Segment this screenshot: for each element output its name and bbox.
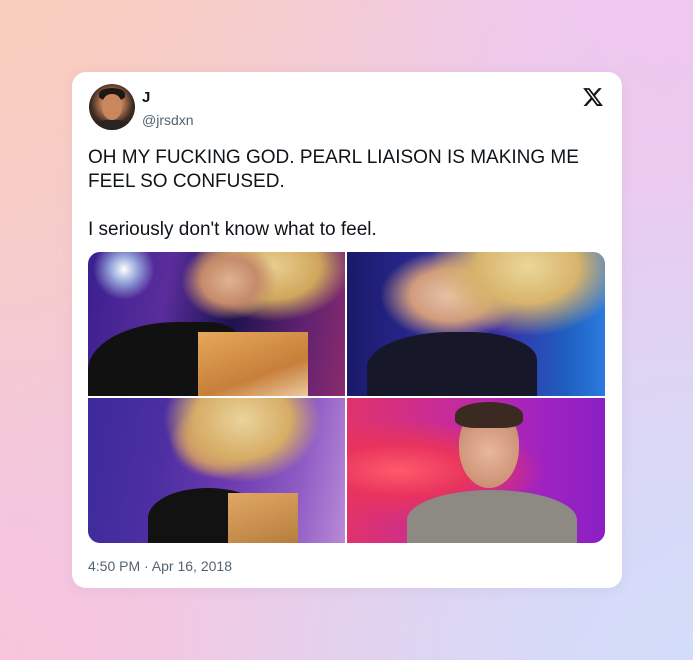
media-grid [88, 252, 605, 543]
media-image-4[interactable] [347, 398, 605, 543]
figure-costume [228, 493, 298, 543]
tweet-text-line-1: OH MY FUCKING GOD. PEARL LIAISON IS MAKI… [88, 147, 579, 192]
figure-shirt [407, 490, 577, 543]
author-name[interactable]: J [142, 89, 150, 106]
tweet-text-line-2: I seriously don't know what to feel. [88, 219, 377, 240]
avatar-shirt [93, 120, 131, 130]
avatar[interactable] [89, 84, 135, 130]
tweet-text: OH MY FUCKING GOD. PEARL LIAISON IS MAKI… [88, 146, 608, 242]
figure-costume [198, 332, 308, 396]
avatar-face [102, 94, 122, 120]
tweet-timestamp[interactable]: 4:50 PM · Apr 16, 2018 [88, 558, 232, 574]
x-logo-icon[interactable] [581, 86, 605, 108]
media-image-2[interactable] [347, 252, 605, 396]
author-handle[interactable]: @jrsdxn [142, 112, 194, 128]
media-image-3[interactable] [88, 398, 345, 543]
figure-jacket [367, 332, 537, 396]
figure-hair [455, 402, 523, 428]
media-image-1[interactable] [88, 252, 345, 396]
tweet-card: J @jrsdxn OH MY FUCKING GOD. PEARL LIAIS… [72, 72, 622, 588]
